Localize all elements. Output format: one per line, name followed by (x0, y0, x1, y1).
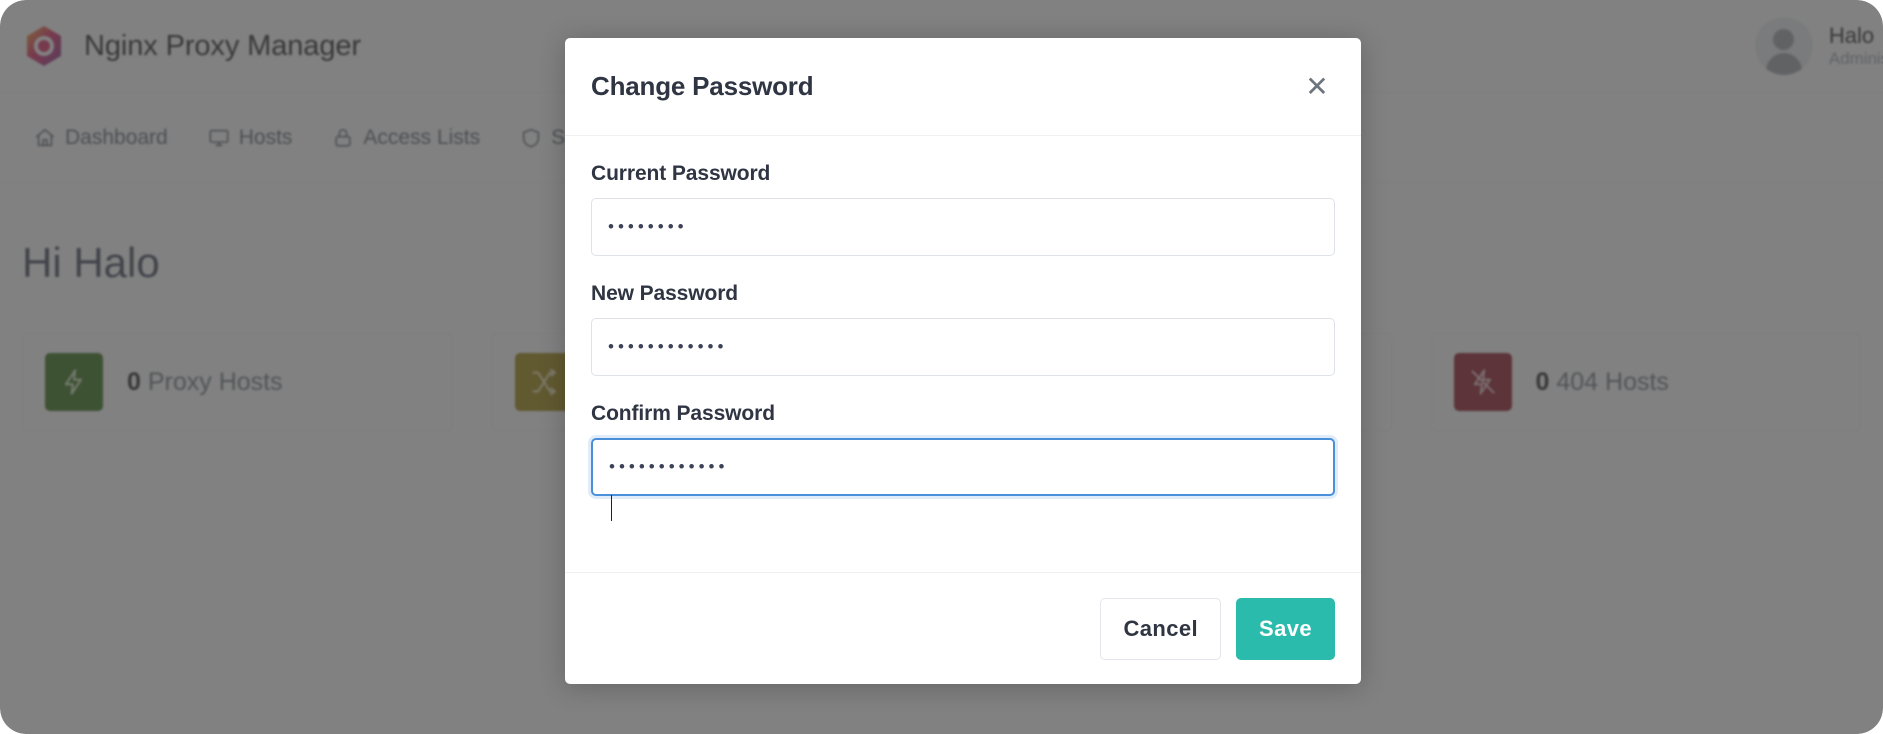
password-dots: •••••••••••• (608, 337, 728, 356)
close-icon[interactable]: ✕ (1299, 69, 1335, 105)
confirm-password-label: Confirm Password (591, 402, 775, 425)
field-group-new-password: New Password •••••••••••• (591, 282, 1335, 376)
modal-header: Change Password ✕ (565, 38, 1361, 136)
cancel-button[interactable]: Cancel (1100, 597, 1222, 660)
password-dots: •••••••• (608, 217, 688, 236)
password-dots: •••••••••••• (609, 457, 729, 476)
save-button[interactable]: Save (1236, 597, 1335, 660)
new-password-label: New Password (591, 282, 739, 305)
field-group-confirm-password: Confirm Password •••••••••••• (591, 402, 1335, 522)
text-caret (611, 495, 612, 522)
change-password-modal: Change Password ✕ Current Password •••••… (565, 38, 1361, 684)
new-password-input[interactable]: •••••••••••• (591, 318, 1335, 376)
confirm-password-input[interactable]: •••••••••••• (591, 438, 1335, 522)
current-password-label: Current Password (591, 162, 771, 185)
modal-footer: Cancel Save (565, 572, 1361, 684)
field-group-current-password: Current Password •••••••• (591, 162, 1335, 256)
current-password-input[interactable]: •••••••• (591, 198, 1335, 256)
modal-title: Change Password (591, 71, 814, 101)
app-window: Nginx Proxy Manager Halo Administrator D… (0, 0, 1883, 734)
modal-body: Current Password •••••••• New Password •… (565, 136, 1361, 572)
